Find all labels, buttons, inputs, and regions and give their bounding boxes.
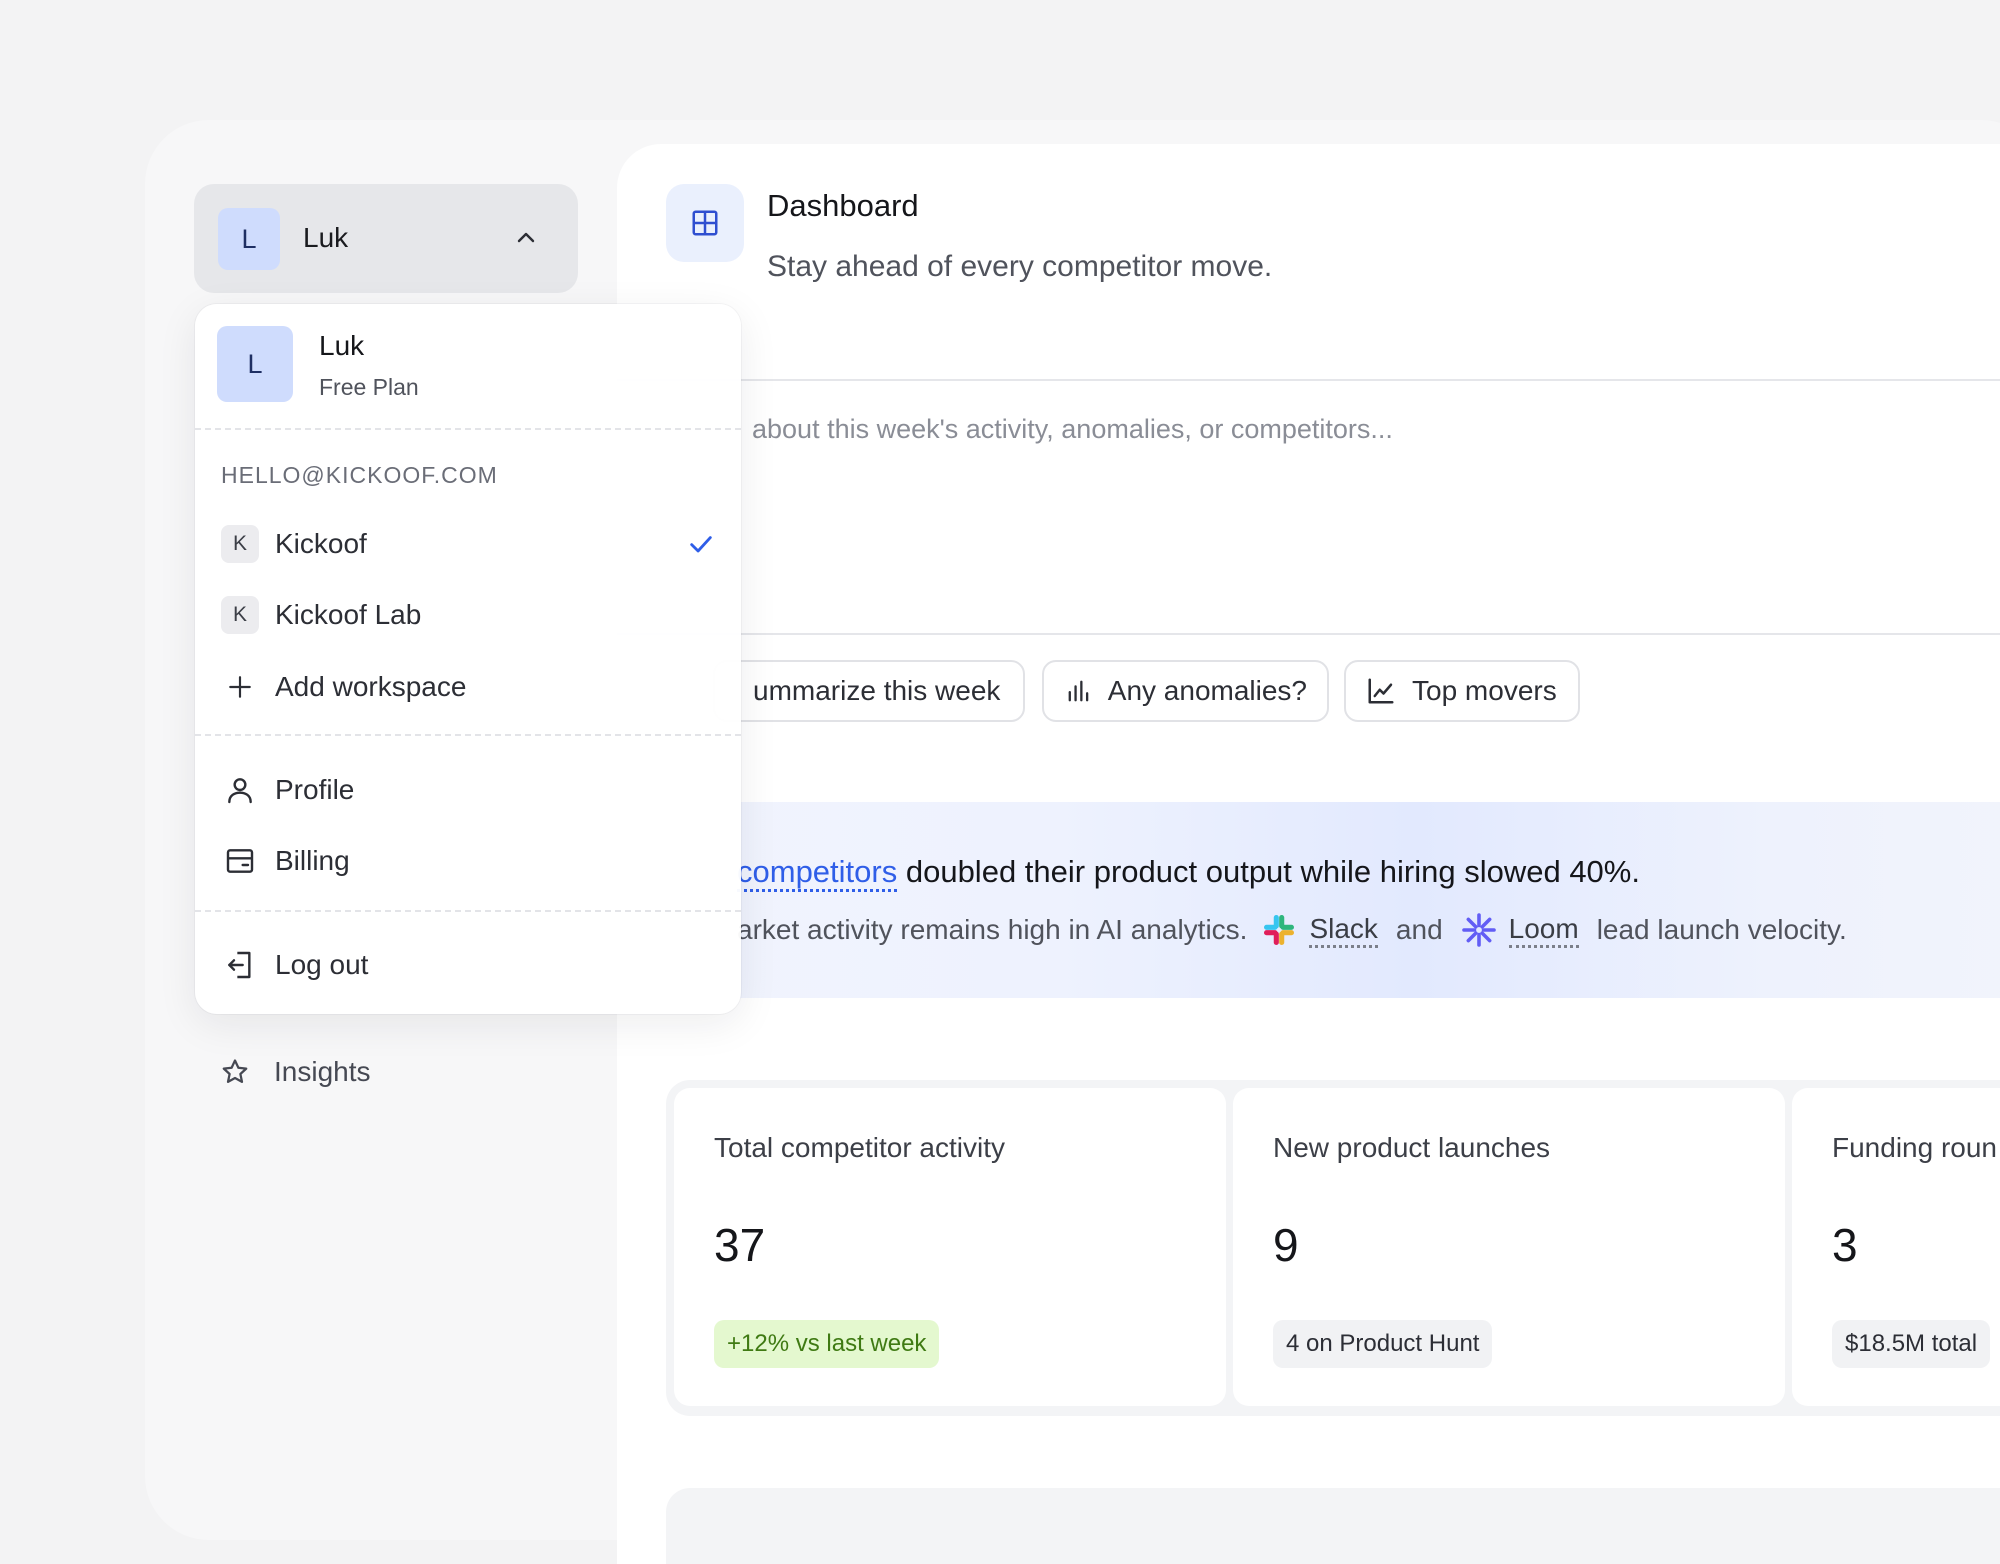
- divider: [617, 379, 2000, 381]
- divider: [195, 910, 741, 912]
- workspace-item-kickoof-lab[interactable]: K Kickoof Lab: [221, 593, 715, 637]
- bar-chart-icon: [1068, 680, 1089, 702]
- loom-link[interactable]: Loom: [1508, 913, 1579, 948]
- loom-icon: [1461, 913, 1496, 947]
- plus-icon: [221, 668, 259, 706]
- workspace-label: Kickoof: [275, 528, 367, 559]
- billing-label: Billing: [275, 845, 350, 876]
- summarize-chip-button[interactable]: ummarize this week: [713, 660, 1025, 722]
- plan-label: Free Plan: [319, 374, 419, 400]
- credit-card-icon: [221, 842, 259, 880]
- billing-menu-item[interactable]: Billing: [221, 839, 715, 883]
- account-dropdown-menu: L Luk Free Plan HELLO@KICKOOF.COM K Kick…: [195, 304, 741, 1014]
- user-icon: [221, 771, 259, 809]
- logout-label: Log out: [275, 949, 369, 980]
- profile-label: Profile: [275, 774, 355, 805]
- stat-label: Funding roun: [1832, 1132, 1998, 1163]
- add-workspace-button[interactable]: Add workspace: [221, 665, 715, 709]
- divider: [195, 734, 741, 736]
- stat-badge: 4 on Product Hunt: [1273, 1320, 1493, 1368]
- insight-headline-text: doubled their product output while hirin…: [897, 854, 1640, 889]
- sidebar-item-label: Insights: [274, 1056, 371, 1087]
- check-icon: [690, 536, 712, 553]
- insight-sub-prefix: arket activity remains high in AI analyt…: [737, 914, 1248, 945]
- main-panel: Dashboard Stay ahead of every competitor…: [617, 144, 2000, 1564]
- workspace-badge: K: [221, 525, 259, 563]
- profile-menu-item[interactable]: Profile: [221, 768, 715, 812]
- chip-label: Top movers: [1412, 675, 1557, 706]
- logout-menu-item[interactable]: Log out: [221, 943, 715, 987]
- insight-banner: competitors doubled their product output…: [617, 802, 2000, 998]
- top-movers-chip-button[interactable]: Top movers: [1344, 660, 1580, 722]
- stats-row: Total competitor activity 37 +12% vs las…: [666, 1080, 2000, 1416]
- stat-label: Total competitor activity: [714, 1132, 1005, 1163]
- anomalies-chip-button[interactable]: Any anomalies?: [1042, 660, 1329, 722]
- add-workspace-label: Add workspace: [275, 671, 467, 702]
- competitors-link[interactable]: competitors: [737, 854, 898, 892]
- next-section-card: [666, 1488, 2000, 1564]
- user-name: Luk: [319, 330, 365, 361]
- stat-value: 9: [1273, 1219, 1299, 1271]
- sidebar-item-insights[interactable]: Insights: [220, 1050, 371, 1094]
- slack-link[interactable]: Slack: [1309, 913, 1378, 948]
- stat-badge: $18.5M total: [1832, 1320, 1991, 1368]
- chip-label: ummarize this week: [753, 675, 1001, 706]
- avatar: L: [218, 208, 280, 270]
- insight-sub-suffix: lead launch velocity.: [1596, 914, 1847, 945]
- page-title: Dashboard: [767, 188, 919, 223]
- insight-subtext: arket activity remains high in AI analyt…: [737, 912, 1847, 948]
- chevron-up-icon: [517, 232, 535, 243]
- account-email: HELLO@KICKOOF.COM: [221, 462, 498, 488]
- stat-badge: +12% vs last week: [714, 1320, 940, 1368]
- stat-card: Total competitor activity 37 +12% vs las…: [674, 1088, 1226, 1406]
- slack-icon: [1264, 915, 1295, 945]
- account-switcher-button[interactable]: L Luk: [194, 184, 578, 293]
- divider: [617, 633, 2000, 635]
- insight-headline: competitors doubled their product output…: [737, 854, 1640, 892]
- star-icon: [222, 1059, 248, 1083]
- workspace-item-kickoof[interactable]: K Kickoof: [221, 522, 715, 566]
- stat-card: New product launches 9 4 on Product Hunt: [1233, 1088, 1785, 1406]
- stat-value: 37: [714, 1219, 766, 1271]
- stat-value: 3: [1832, 1219, 1858, 1271]
- prompt-input[interactable]: about this week's activity, anomalies, o…: [752, 414, 1393, 445]
- avatar: L: [217, 326, 293, 402]
- account-name: Luk: [303, 222, 349, 253]
- page-subtitle: Stay ahead of every competitor move.: [767, 250, 1273, 283]
- divider: [195, 428, 741, 430]
- workspace-label: Kickoof Lab: [275, 599, 422, 630]
- logout-icon: [221, 946, 259, 984]
- stat-card: Funding roun 3 $18.5M total: [1792, 1088, 2000, 1406]
- dashboard-icon: [666, 184, 744, 262]
- chip-label: Any anomalies?: [1107, 675, 1307, 706]
- workspace-badge: K: [221, 596, 259, 634]
- stat-label: New product launches: [1273, 1132, 1551, 1163]
- trend-chart-icon: [1368, 678, 1394, 704]
- insight-joiner: and: [1395, 914, 1443, 945]
